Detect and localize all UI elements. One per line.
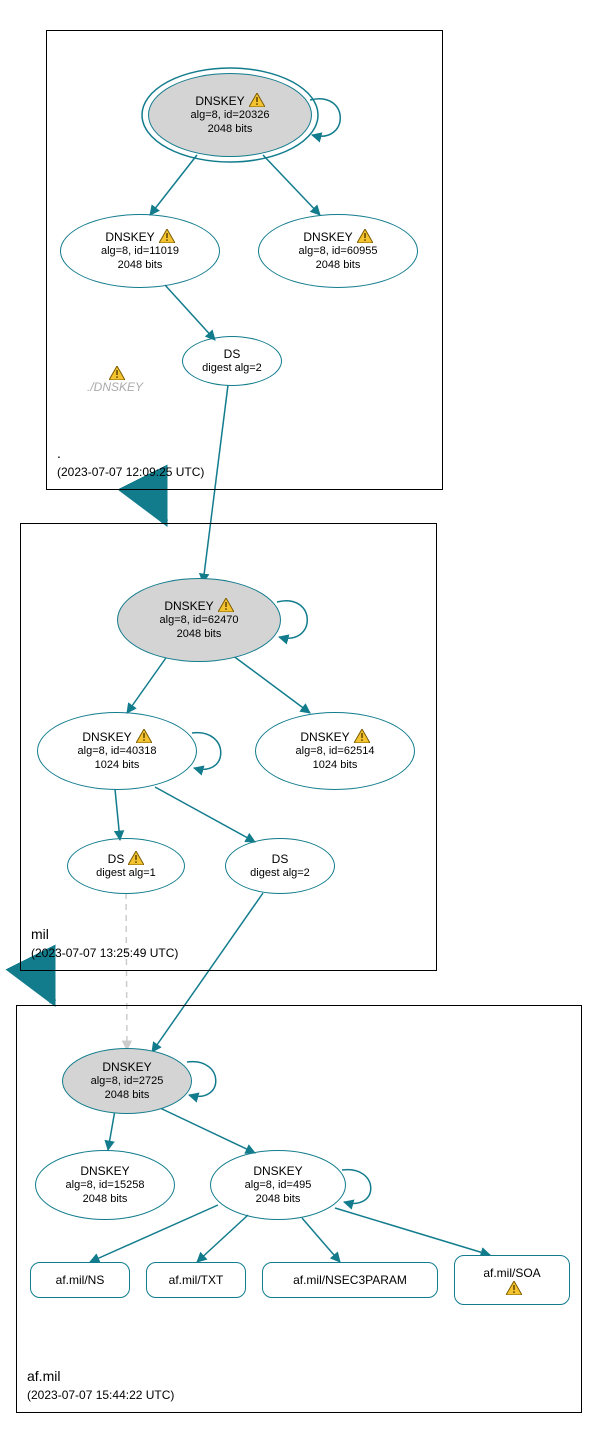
algid: alg=8, id=60955 — [299, 245, 378, 259]
algid: alg=8, id=495 — [245, 1179, 312, 1193]
node-af-txt: af.mil/TXT — [146, 1262, 246, 1298]
algid: alg=8, id=2725 — [91, 1075, 164, 1089]
algid: alg=8, id=20326 — [191, 109, 270, 123]
label: DS — [224, 347, 241, 362]
warning-icon — [357, 229, 373, 243]
node-root-ds: DS digest alg=2 — [182, 336, 282, 386]
algid: alg=8, id=62470 — [160, 614, 239, 628]
bits: 2048 bits — [256, 1193, 301, 1207]
zone-mil-timestamp: (2023-07-07 13:25:49 UTC) — [31, 946, 178, 960]
bits: 1024 bits — [95, 759, 140, 773]
bits: 2048 bits — [177, 628, 222, 642]
node-mil-ds1: DS digest alg=1 — [67, 838, 185, 894]
zone-mil-name: mil — [31, 926, 49, 942]
warning-icon — [354, 729, 370, 743]
label: DNSKEY — [253, 1164, 302, 1179]
zone-af-timestamp: (2023-07-07 15:44:22 UTC) — [27, 1388, 174, 1402]
warning-icon — [506, 1281, 522, 1295]
bits: 2048 bits — [316, 259, 361, 273]
dnssec-graph: { "zones": { "root": { "name": ".", "tim… — [0, 0, 595, 1433]
warning-icon — [218, 598, 234, 612]
node-mil-ds2: DS digest alg=2 — [225, 838, 335, 894]
warning-icon — [249, 93, 265, 107]
bits: 2048 bits — [83, 1193, 128, 1207]
node-af-zsk2: DNSKEY alg=8, id=495 2048 bits — [210, 1150, 346, 1220]
bits: 1024 bits — [313, 759, 358, 773]
digest: digest alg=2 — [202, 362, 262, 376]
label: DNSKEY — [164, 599, 213, 613]
label: DNSKEY — [195, 94, 244, 108]
algid: alg=8, id=62514 — [296, 745, 375, 759]
zone-af-name: af.mil — [27, 1368, 60, 1384]
label: af.mil/SOA — [483, 1266, 540, 1281]
algid: alg=8, id=15258 — [66, 1179, 145, 1193]
bits: 2048 bits — [118, 259, 163, 273]
label: ./DNSKEY — [87, 380, 143, 394]
bits: 2048 bits — [105, 1089, 150, 1103]
warning-icon — [128, 851, 144, 865]
node-root-zsk1: DNSKEY alg=8, id=11019 2048 bits — [60, 214, 220, 288]
label: DS — [272, 852, 289, 867]
label: af.mil/TXT — [169, 1273, 224, 1288]
node-af-n3p: af.mil/NSEC3PARAM — [262, 1262, 438, 1298]
label: DNSKEY — [300, 730, 349, 744]
warning-icon — [136, 729, 152, 743]
digest: digest alg=2 — [250, 867, 310, 881]
digest: digest alg=1 — [96, 867, 156, 881]
zone-root-timestamp: (2023-07-07 12:09:25 UTC) — [57, 465, 204, 479]
node-mil-zsk1: DNSKEY alg=8, id=40318 1024 bits — [37, 712, 197, 790]
node-af-soa: af.mil/SOA — [454, 1255, 570, 1305]
node-root-ksk: DNSKEY alg=8, id=20326 2048 bits — [148, 73, 312, 157]
label: DNSKEY — [303, 230, 352, 244]
label: DNSKEY — [105, 230, 154, 244]
node-af-zsk1: DNSKEY alg=8, id=15258 2048 bits — [35, 1150, 175, 1220]
node-mil-ksk: DNSKEY alg=8, id=62470 2048 bits — [117, 578, 281, 662]
label: DNSKEY — [102, 1060, 151, 1075]
node-mil-zsk2: DNSKEY alg=8, id=62514 1024 bits — [255, 712, 415, 790]
warning-icon — [159, 229, 175, 243]
label: af.mil/NSEC3PARAM — [293, 1273, 407, 1288]
label: DS — [108, 852, 125, 866]
label: af.mil/NS — [56, 1273, 105, 1288]
node-af-ksk: DNSKEY alg=8, id=2725 2048 bits — [62, 1048, 192, 1114]
node-af-ns: af.mil/NS — [30, 1262, 130, 1298]
algid: alg=8, id=40318 — [78, 745, 157, 759]
algid: alg=8, id=11019 — [101, 245, 179, 259]
label: DNSKEY — [80, 1164, 129, 1179]
label: DNSKEY — [82, 730, 131, 744]
node-root-skipped-dnskey: ./DNSKEY — [70, 366, 160, 395]
node-root-zsk2: DNSKEY alg=8, id=60955 2048 bits — [258, 214, 418, 288]
warning-icon — [109, 366, 125, 380]
zone-root-name: . — [57, 445, 61, 461]
bits: 2048 bits — [208, 123, 253, 137]
